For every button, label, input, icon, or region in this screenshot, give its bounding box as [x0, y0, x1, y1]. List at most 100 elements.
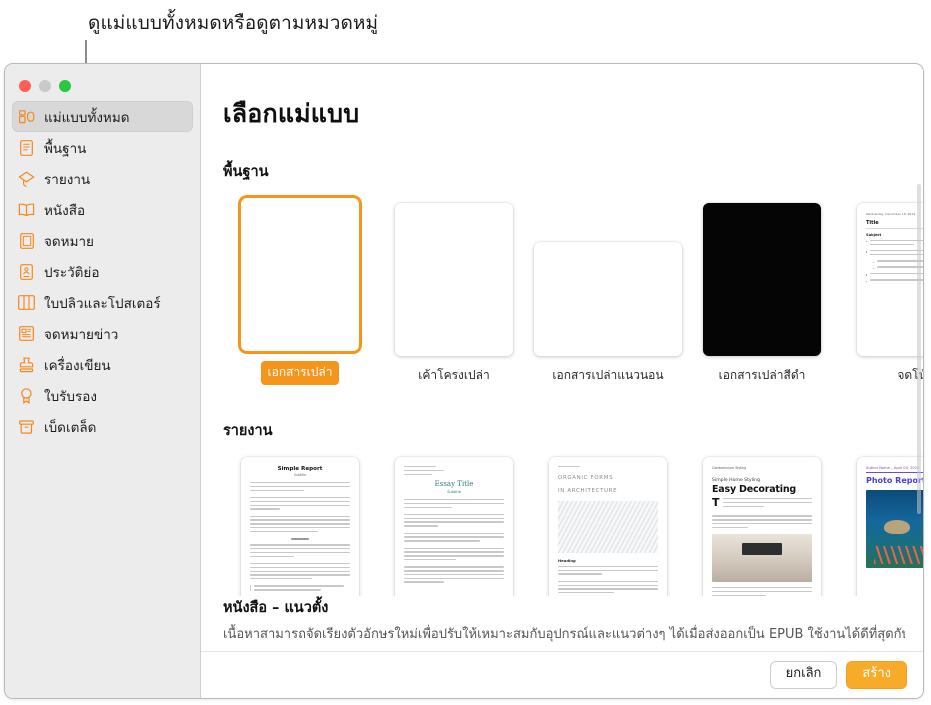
thumbnail-preview-photo-report: Author Name – April 04, 2020 Photo Repor…	[857, 457, 923, 610]
template-cell-blank-document[interactable]: เอกสารเปล่า	[223, 195, 377, 385]
bullet-text	[869, 272, 923, 277]
sidebar-item-books[interactable]: หนังสือ	[12, 194, 193, 225]
preview-meta: Author Name – April 04, 2020	[866, 466, 920, 470]
template-thumbnail[interactable]: Simple Report Subtitle	[241, 457, 359, 610]
divider	[866, 228, 923, 229]
create-button[interactable]: สร้าง	[846, 661, 907, 689]
sidebar-item-label: ใบรับรอง	[44, 388, 97, 405]
sidebar-item-all-templates[interactable]: แม่แบบทั้งหมด	[12, 101, 193, 132]
thumbnail-preview-contemporary-report: Condominium Styling Simple Home Styling …	[703, 457, 821, 610]
thumbnail-wrapper: Author Name – April 04, 2020 Photo Repor…	[857, 454, 923, 610]
sidebar-item-newsletters[interactable]: จดหมายข่าว	[12, 318, 193, 349]
accent-rule	[866, 472, 923, 474]
callout-label: ดูแม่แบบทั้งหมดหรือดูตามหมวดหมู่	[88, 12, 379, 34]
template-thumbnail[interactable]: Condominium Styling Simple Home Styling …	[703, 457, 821, 610]
template-thumbnail[interactable]	[395, 203, 513, 356]
sidebar-item-stationery[interactable]: เครื่องเขียน	[12, 349, 193, 380]
template-cell-note-taking[interactable]: Wednesday, December 18, 2019 Title Subje…	[839, 200, 923, 385]
template-label: เอกสารเปล่า	[260, 361, 340, 385]
thumbnail-wrapper	[703, 200, 821, 356]
preview-title: Essay Title	[434, 479, 474, 488]
miscellaneous-icon	[18, 418, 35, 435]
resume-icon	[18, 263, 35, 280]
sidebar-item-basic[interactable]: พื้นฐาน	[12, 132, 193, 163]
template-scroll-area[interactable]: เลือกแม่แบบ พื้นฐาน เอกสารเปล่า เค้าโครง…	[201, 64, 923, 651]
report-icon	[18, 170, 35, 187]
sidebar-item-label: หนังสือ	[44, 202, 86, 219]
sidebar-item-resumes[interactable]: ประวัติย่อ	[12, 256, 193, 287]
note-bullet	[866, 239, 923, 248]
flyer-poster-icon	[18, 294, 35, 311]
preview-meta: Condominium Styling	[712, 466, 747, 470]
dialog-footer: ยกเลิก สร้าง	[201, 651, 923, 698]
note-bullet	[866, 279, 923, 283]
book-icon	[18, 201, 35, 218]
minimize-button[interactable]	[39, 80, 51, 92]
note-sub-bullet	[866, 266, 923, 270]
section-title-reports: รายงาน	[223, 423, 273, 439]
sidebar-item-label: พื้นฐาน	[44, 140, 87, 157]
template-thumbnail[interactable]: Author Name – April 04, 2020 Photo Repor…	[857, 457, 923, 610]
thumbnail-wrapper: Wednesday, December 18, 2019 Title Subje…	[857, 200, 923, 356]
all-templates-icon	[18, 108, 35, 125]
preview-title-line-1: ORGANIC FORMS	[558, 475, 614, 482]
template-chooser-content: เลือกแม่แบบ พื้นฐาน เอกสารเปล่า เค้าโครง…	[201, 64, 923, 698]
template-thumbnail[interactable]	[241, 198, 359, 351]
template-label: เอกสารเปล่าสีดำ	[718, 368, 806, 382]
window-traffic-lights	[5, 71, 200, 95]
vertical-scrollbar[interactable]	[917, 184, 921, 514]
basic-document-icon	[18, 139, 35, 156]
sidebar-item-miscellaneous[interactable]: เบ็ดเตล็ด	[12, 411, 193, 442]
template-thumbnail[interactable]	[703, 203, 821, 356]
thumbnail-wrapper: ORGANIC FORMS IN ARCHITECTURE Heading	[549, 454, 667, 610]
sidebar-item-reports[interactable]: รายงาน	[12, 163, 193, 194]
sidebar-item-label: รายงาน	[44, 171, 91, 188]
template-cell-blank-black[interactable]: เอกสารเปล่าสีดำ	[685, 200, 839, 385]
close-button[interactable]	[19, 80, 31, 92]
thumbnail-preview-simple-report: Simple Report Subtitle	[241, 457, 359, 610]
preview-image-turtle	[866, 490, 923, 569]
sidebar-item-certificates[interactable]: ใบรับรอง	[12, 380, 193, 411]
note-subject: Subject	[866, 232, 882, 237]
thumbnail-wrapper	[534, 200, 682, 356]
note-bullet	[866, 249, 923, 258]
bullet-dot-icon	[873, 261, 875, 263]
template-cell-blank-landscape[interactable]: เอกสารเปล่าแนวนอน	[531, 200, 685, 385]
section-title-basic: พื้นฐาน	[223, 164, 269, 180]
preview-dropcap: T	[712, 496, 720, 509]
letter-icon	[18, 232, 35, 249]
note-sub-bullet	[866, 260, 923, 264]
bullet-text	[869, 279, 923, 283]
thumbnail-wrapper: Simple Report Subtitle	[241, 454, 359, 610]
preview-title: Easy Decorating	[712, 484, 796, 495]
template-label: เค้าโครงเปล่า	[418, 368, 490, 382]
thumbnail-wrapper	[395, 200, 513, 356]
preview-meta	[404, 466, 504, 475]
sidebar-category-list: แม่แบบทั้งหมด พื้นฐาน รายงาน หนังสือ จดห…	[5, 101, 200, 442]
template-chooser-window: แม่แบบทั้งหมด พื้นฐาน รายงาน หนังสือ จดห…	[4, 63, 924, 699]
bullet-text	[869, 239, 923, 248]
newsletter-icon	[18, 325, 35, 342]
page-title: เลือกแม่แบบ	[223, 99, 360, 128]
preview-image-interior	[712, 534, 812, 583]
note-bullet	[866, 272, 923, 277]
bullet-dot-icon	[873, 267, 875, 270]
template-thumbnail[interactable]: ORGANIC FORMS IN ARCHITECTURE Heading	[549, 457, 667, 610]
preview-kicker: Simple Home Styling	[712, 478, 760, 483]
template-thumbnail[interactable]: Essay Title Subtitle	[395, 457, 513, 610]
sidebar-item-letters[interactable]: จดหมาย	[12, 225, 193, 256]
zoom-button[interactable]	[59, 80, 71, 92]
template-thumbnail[interactable]: Wednesday, December 18, 2019 Title Subje…	[857, 203, 923, 356]
thumbnail-wrapper: Condominium Styling Simple Home Styling …	[703, 454, 821, 610]
thumbnail-wrapper	[241, 195, 359, 351]
cancel-button[interactable]: ยกเลิก	[769, 661, 838, 689]
sidebar-item-label: ใบปลิวและโปสเตอร์	[44, 295, 161, 312]
bullet-dot-icon	[866, 274, 868, 276]
note-title: Title	[866, 220, 879, 226]
sidebar-item-label: แม่แบบทั้งหมด	[44, 109, 130, 126]
certificate-icon	[18, 387, 35, 404]
template-thumbnail[interactable]	[534, 242, 682, 356]
sidebar-item-label: ประวัติย่อ	[44, 264, 100, 281]
template-cell-blank-layout[interactable]: เค้าโครงเปล่า	[377, 200, 531, 385]
sidebar-item-flyers-posters[interactable]: ใบปลิวและโปสเตอร์	[12, 287, 193, 318]
